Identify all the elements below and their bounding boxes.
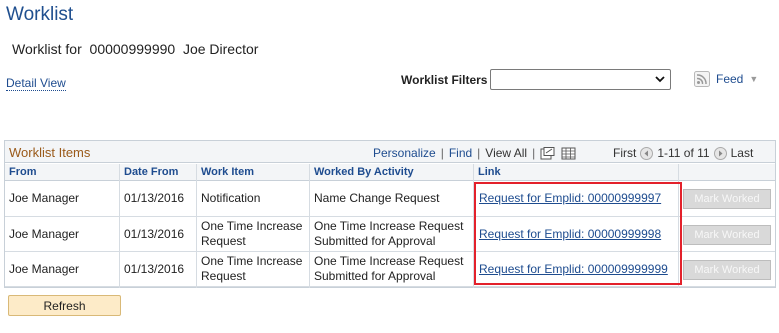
request-link[interactable]: Request for Emplid: 000009999999 (479, 262, 668, 276)
worklist-filters-label: Worklist Filters (401, 73, 488, 87)
cell-date-from: 01/13/2016 (124, 227, 185, 241)
mark-worked-button[interactable]: Mark Worked (683, 225, 771, 245)
column-header-row: From Date From Work Item Worked By Activ… (5, 164, 775, 181)
nav-separator: | (477, 146, 481, 160)
rss-feed-icon (694, 71, 710, 87)
pager-last-label: Last (730, 146, 754, 160)
grid-title: Worklist Items (9, 145, 91, 160)
nav-separator: | (532, 146, 536, 160)
column-header-link[interactable]: Link (478, 166, 501, 178)
cell-work-item: One Time Increase (201, 254, 303, 268)
table-row: Joe Manager 01/13/2016 Notification Name… (5, 182, 775, 217)
mark-worked-button[interactable]: Mark Worked (683, 189, 771, 209)
pager-range: 1-11 of 11 (657, 146, 710, 160)
cell-work-item-line2: Request (201, 234, 246, 248)
column-header-date-from[interactable]: Date From (124, 166, 178, 178)
cell-worked-by-activity-line2: Submitted for Approval (314, 234, 436, 248)
chevron-down-icon (655, 76, 665, 83)
refresh-button[interactable]: Refresh (8, 295, 121, 316)
worklist-owner-subtitle: Worklist for 00000999990 Joe Director (12, 41, 259, 57)
page-title: Worklist (6, 4, 74, 25)
feed-label: Feed (716, 72, 744, 86)
table-row: Joe Manager 01/13/2016 One Time Increase… (5, 252, 775, 287)
cell-worked-by-activity: One Time Increase Request (314, 219, 464, 233)
cell-date-from: 01/13/2016 (124, 262, 185, 276)
cell-date-from: 01/13/2016 (124, 191, 185, 205)
feed-dropdown-icon: ▼ (749, 74, 759, 84)
cell-worked-by-activity: One Time Increase Request (314, 254, 464, 268)
nav-separator: | (440, 146, 444, 160)
request-link[interactable]: Request for Emplid: 00000999997 (479, 191, 661, 205)
column-header-worked-by-activity[interactable]: Worked By Activity (314, 166, 414, 178)
pager-first-label: First (613, 146, 637, 160)
next-page-icon[interactable] (713, 146, 727, 160)
column-header-work-item[interactable]: Work Item (201, 166, 254, 178)
detail-view-link[interactable]: Detail View (6, 77, 66, 91)
cell-from: Joe Manager (9, 227, 80, 241)
cell-work-item-line2: Request (201, 269, 246, 283)
cell-from: Joe Manager (9, 262, 80, 276)
download-spreadsheet-icon[interactable] (561, 147, 576, 160)
grid-navigation: Personalize | Find | View All | (373, 146, 576, 160)
column-header-from[interactable]: From (9, 166, 37, 178)
worklist-items-grid: Worklist Items Personalize | Find | View… (4, 140, 776, 288)
feed-button[interactable]: Feed ▼ (694, 71, 758, 87)
grid-header-bar: Worklist Items Personalize | Find | View… (5, 141, 775, 163)
worklist-filters-select[interactable] (490, 69, 671, 90)
cell-from: Joe Manager (9, 191, 80, 205)
cell-work-item: Notification (201, 191, 261, 205)
cell-worked-by-activity-line2: Submitted for Approval (314, 269, 436, 283)
request-link[interactable]: Request for Emplid: 00000999998 (479, 227, 661, 241)
zoom-grid-icon[interactable] (540, 146, 555, 160)
find-link[interactable]: Find (449, 146, 472, 160)
personalize-link[interactable]: Personalize (373, 146, 436, 160)
mark-worked-button[interactable]: Mark Worked (683, 260, 771, 280)
cell-work-item: One Time Increase (201, 219, 303, 233)
previous-page-icon[interactable] (640, 146, 654, 160)
table-row: Joe Manager 01/13/2016 One Time Increase… (5, 217, 775, 252)
cell-worked-by-activity: Name Change Request (314, 191, 440, 205)
view-all-link[interactable]: View All (485, 146, 527, 160)
grid-pager: First 1-11 of 11 Last (613, 146, 753, 160)
